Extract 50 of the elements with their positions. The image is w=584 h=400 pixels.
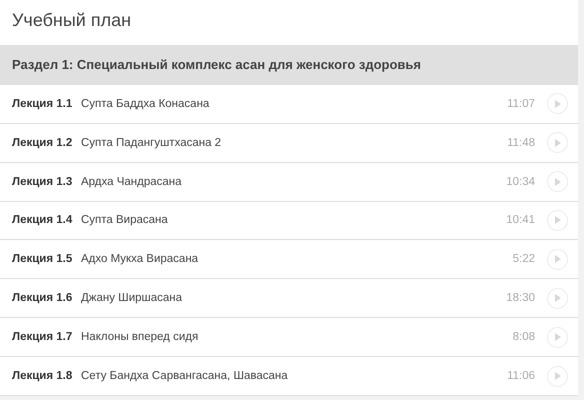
lecture-name: Наклоны вперед сидя <box>81 331 200 344</box>
lecture-name: Ардха Чандрасана <box>81 176 183 188</box>
play-icon <box>554 255 561 264</box>
play-icon <box>554 138 561 147</box>
lecture-duration: 11:07 <box>507 98 535 110</box>
lecture-name: Джану Ширшасана <box>81 292 184 304</box>
lecture-name: Адхо Мукха Вирасана <box>81 253 200 266</box>
lecture-number: Лекция 1.8 <box>12 370 74 382</box>
lecture-row[interactable]: Лекция 1.6 Джану Ширшасана 18:30 <box>0 279 578 318</box>
play-button[interactable] <box>547 132 568 154</box>
page-title: Учебный план <box>11 9 132 32</box>
lecture-number: Лекция 1.7 <box>12 331 74 344</box>
lecture-row[interactable]: Лекция 1.8 Сету Бандха Сарвангасана, Шавасана 11:06 <box>0 357 578 396</box>
lecture-duration: 10:34 <box>506 176 535 188</box>
lecture-duration: 5:22 <box>512 253 535 266</box>
lecture-duration: 11:48 <box>507 136 535 149</box>
lecture-duration: 11:06 <box>507 370 535 382</box>
play-button[interactable] <box>547 326 568 348</box>
play-button[interactable] <box>547 288 568 309</box>
lecture-number: Лекция 1.2 <box>12 136 74 149</box>
play-button[interactable] <box>547 210 568 231</box>
lecture-number: Лекция 1.5 <box>12 253 74 266</box>
lecture-row[interactable]: Лекция 1.7 Наклоны вперед сидя 8:08 <box>0 318 578 358</box>
lecture-duration: 18:30 <box>506 292 535 304</box>
lecture-number: Лекция 1.6 <box>12 292 74 304</box>
lecture-row[interactable]: Лекция 1.5 Адхо Мукха Вирасана 5:22 <box>0 240 578 280</box>
play-button[interactable] <box>547 93 568 114</box>
lecture-duration: 10:41 <box>506 214 535 226</box>
lecture-row[interactable]: Лекция 1.4 Супта Вирасана 10:41 <box>0 202 578 240</box>
play-icon <box>554 178 561 186</box>
lecture-name: Супта Вирасана <box>81 214 169 226</box>
play-button[interactable] <box>547 248 568 270</box>
play-icon <box>554 372 561 380</box>
play-icon <box>554 216 561 224</box>
section-title: Раздел 1: Специальный комплекс асан для женского здоровья <box>12 57 421 72</box>
lecture-name: Супта Баддха Конасана <box>81 98 210 110</box>
play-button[interactable] <box>547 171 568 192</box>
lecture-row[interactable]: Лекция 1.2 Супта Падангуштхасана 2 11:48 <box>0 124 578 163</box>
play-icon <box>554 294 561 302</box>
play-icon <box>554 100 561 108</box>
lecture-number: Лекция 1.3 <box>12 176 74 188</box>
lecture-duration: 8:08 <box>512 331 535 344</box>
lecture-name: Сету Бандха Сарвангасана, Шавасана <box>81 370 289 382</box>
lecture-number: Лекция 1.4 <box>12 214 74 226</box>
lecture-number: Лекция 1.1 <box>12 98 74 110</box>
lecture-row[interactable]: Лекция 1.1 Супта Баддха Конасана 11:07 <box>0 84 578 124</box>
lecture-name: Супта Падангуштхасана 2 <box>81 136 222 149</box>
play-button[interactable] <box>547 366 568 387</box>
play-icon <box>554 333 561 342</box>
lecture-row[interactable]: Лекция 1.3 Ардха Чандрасана 10:34 <box>0 162 578 202</box>
